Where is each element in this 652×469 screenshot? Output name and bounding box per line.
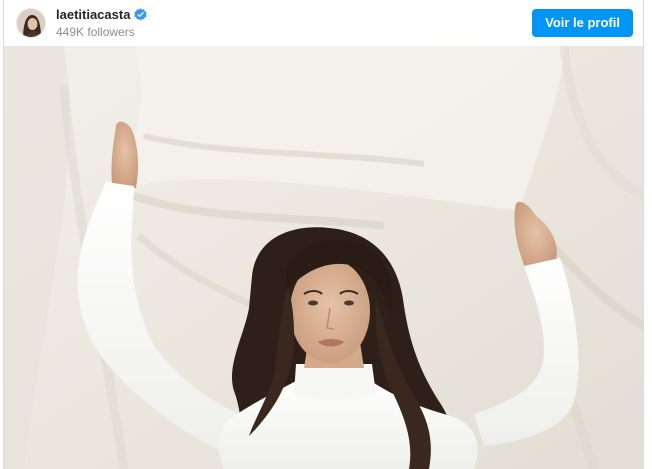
post-header: laetitiacasta 449K followers Voir le pro… — [4, 0, 643, 46]
follower-count: 449K followers — [56, 24, 135, 39]
post-photo[interactable] — [4, 46, 643, 469]
user-info: laetitiacasta 449K followers — [56, 7, 148, 40]
username-row: laetitiacasta — [56, 7, 148, 23]
view-profile-button[interactable]: Voir le profil — [532, 9, 633, 37]
avatar[interactable] — [16, 8, 46, 38]
verified-badge-icon — [134, 8, 148, 21]
instagram-embed: laetitiacasta 449K followers Voir le pro… — [3, 0, 644, 469]
username[interactable]: laetitiacasta — [56, 7, 130, 23]
